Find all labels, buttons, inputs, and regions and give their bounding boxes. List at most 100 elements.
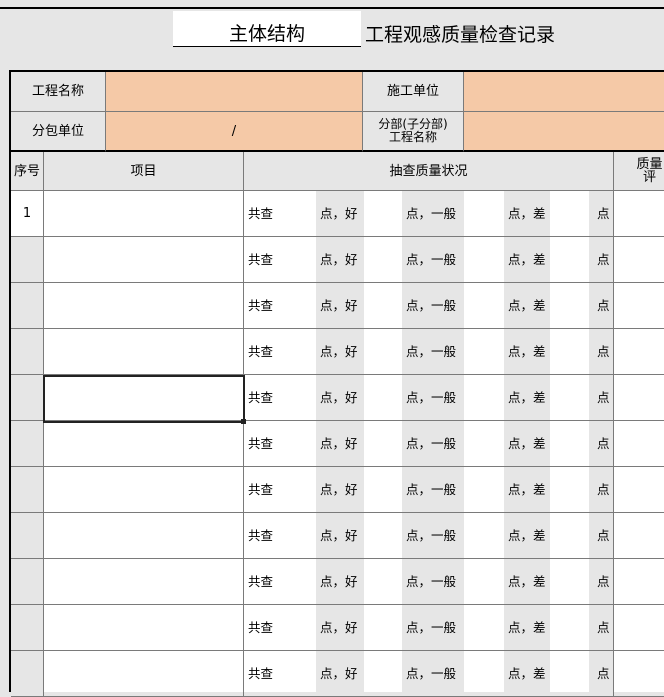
status-bad-text: 点，差 xyxy=(508,390,546,405)
table-row: 共查 点，好 点，一般 点，差 点 xyxy=(11,467,664,513)
status-end-text: 点 xyxy=(597,436,610,451)
row-item[interactable] xyxy=(44,513,244,559)
header-quality[interactable]: 质量评 xyxy=(614,152,664,191)
status-good-text: 点，好 xyxy=(320,298,358,313)
row-quality[interactable] xyxy=(614,329,664,375)
row-seq[interactable] xyxy=(11,237,44,283)
table-row: 共查 点，好 点，一般 点，差 点 xyxy=(11,605,664,651)
row-status[interactable]: 共查 点，好 点，一般 点，差 点 xyxy=(244,467,614,513)
status-bad-text: 点，差 xyxy=(508,574,546,589)
row-item[interactable] xyxy=(44,559,244,605)
status-good-text: 点，好 xyxy=(320,528,358,543)
row-status[interactable]: 共查 点，好 点，一般 点，差 点 xyxy=(244,375,614,421)
status-total-text: 共查 xyxy=(248,528,274,543)
status-good-text: 点，好 xyxy=(320,252,358,267)
status-bad-text: 点，差 xyxy=(508,344,546,359)
status-ok-text: 点，一般 xyxy=(406,252,457,267)
header-seq[interactable]: 序号 xyxy=(11,152,44,191)
status-ok-text: 点，一般 xyxy=(406,344,457,359)
contractor-input[interactable] xyxy=(464,72,664,112)
status-end-text: 点 xyxy=(597,620,610,635)
row-quality[interactable] xyxy=(614,237,664,283)
row-status[interactable]: 共查 点，好 点，一般 点，差 点 xyxy=(244,605,614,651)
status-end-text: 点 xyxy=(597,344,610,359)
row-status[interactable]: 共查 点，好 点，一般 点，差 点 xyxy=(244,191,614,237)
row-status[interactable]: 共查 点，好 点，一般 点，差 点 xyxy=(244,513,614,559)
status-end-text: 点 xyxy=(597,298,610,313)
row-seq[interactable] xyxy=(11,513,44,559)
status-end-text: 点 xyxy=(597,528,610,543)
cell-selection-box[interactable] xyxy=(43,375,245,423)
row-quality[interactable] xyxy=(614,191,664,237)
status-ok-text: 点，一般 xyxy=(406,666,457,681)
row-quality[interactable] xyxy=(614,559,664,605)
subsection-input[interactable] xyxy=(464,112,664,152)
project-name-input[interactable] xyxy=(106,72,363,112)
row-status[interactable]: 共查 点，好 点，一般 点，差 点 xyxy=(244,651,614,697)
header-item[interactable]: 项目 xyxy=(44,152,244,191)
row-quality[interactable] xyxy=(614,605,664,651)
row-item[interactable] xyxy=(44,191,244,237)
status-end-text: 点 xyxy=(597,206,610,221)
title-record-cell[interactable]: 工程观感质量检查记录 xyxy=(361,11,664,47)
row-item[interactable] xyxy=(44,329,244,375)
subsection-label-line2: 工程名称 xyxy=(388,130,437,144)
row-seq[interactable] xyxy=(11,421,44,467)
row-quality[interactable] xyxy=(614,467,664,513)
row-seq[interactable] xyxy=(11,329,44,375)
row-seq[interactable]: 1 xyxy=(11,191,44,237)
status-ok-text: 点，一般 xyxy=(406,620,457,635)
status-ok-text: 点，一般 xyxy=(406,436,457,451)
status-end-text: 点 xyxy=(597,390,610,405)
status-total-text: 共查 xyxy=(248,436,274,451)
row-seq[interactable] xyxy=(11,559,44,605)
status-bad-text: 点，差 xyxy=(508,298,546,313)
status-good-text: 点，好 xyxy=(320,574,358,589)
status-total-text: 共查 xyxy=(248,482,274,497)
sheet-top-border xyxy=(0,0,664,9)
subcontractor-label[interactable]: 分包单位 xyxy=(11,112,106,152)
row-status[interactable]: 共查 点，好 点，一般 点，差 点 xyxy=(244,559,614,605)
subcontractor-input[interactable]: / xyxy=(106,112,363,152)
row-seq[interactable] xyxy=(11,467,44,513)
row-seq[interactable] xyxy=(11,375,44,421)
project-name-label[interactable]: 工程名称 xyxy=(11,72,106,112)
row-status[interactable]: 共查 点，好 点，一般 点，差 点 xyxy=(244,421,614,467)
row-item[interactable] xyxy=(44,421,244,467)
title-structure-cell[interactable]: 主体结构 xyxy=(173,11,361,47)
row-quality[interactable] xyxy=(614,421,664,467)
row-quality[interactable] xyxy=(614,651,664,697)
status-good-text: 点，好 xyxy=(320,436,358,451)
fill-handle[interactable] xyxy=(241,419,246,424)
table-row: 共查 点，好 点，一般 点，差 点 xyxy=(11,421,664,467)
row-quality[interactable] xyxy=(614,375,664,421)
header-status[interactable]: 抽查质量状况 xyxy=(244,152,614,191)
status-bad-text: 点，差 xyxy=(508,620,546,635)
row-seq[interactable] xyxy=(11,283,44,329)
row-item[interactable] xyxy=(44,651,244,697)
status-bad-text: 点，差 xyxy=(508,206,546,221)
row-quality[interactable] xyxy=(614,513,664,559)
row-item[interactable] xyxy=(44,605,244,651)
status-bad-text: 点，差 xyxy=(508,482,546,497)
status-total-text: 共查 xyxy=(248,252,274,267)
inspection-table: 工程名称 施工单位 分包单位 / 分部(子分部) 工程名称 序号 项目 抽查质量… xyxy=(9,70,664,697)
row-status[interactable]: 共查 点，好 点，一般 点，差 点 xyxy=(244,283,614,329)
status-total-text: 共查 xyxy=(248,666,274,681)
contractor-label[interactable]: 施工单位 xyxy=(363,72,464,112)
row-item[interactable] xyxy=(44,237,244,283)
status-total-text: 共查 xyxy=(248,620,274,635)
row-seq[interactable] xyxy=(11,605,44,651)
status-bad-text: 点，差 xyxy=(508,666,546,681)
status-ok-text: 点，一般 xyxy=(406,482,457,497)
subsection-label[interactable]: 分部(子分部) 工程名称 xyxy=(363,112,464,152)
row-item[interactable] xyxy=(44,283,244,329)
row-status[interactable]: 共查 点，好 点，一般 点，差 点 xyxy=(244,237,614,283)
status-ok-text: 点，一般 xyxy=(406,298,457,313)
row-quality[interactable] xyxy=(614,283,664,329)
row-status[interactable]: 共查 点，好 点，一般 点，差 点 xyxy=(244,329,614,375)
table-row: 共查 点，好 点，一般 点，差 点 xyxy=(11,329,664,375)
row-seq[interactable] xyxy=(11,651,44,697)
row-item[interactable] xyxy=(44,467,244,513)
table-row: 共查 点，好 点，一般 点，差 点 xyxy=(11,559,664,605)
